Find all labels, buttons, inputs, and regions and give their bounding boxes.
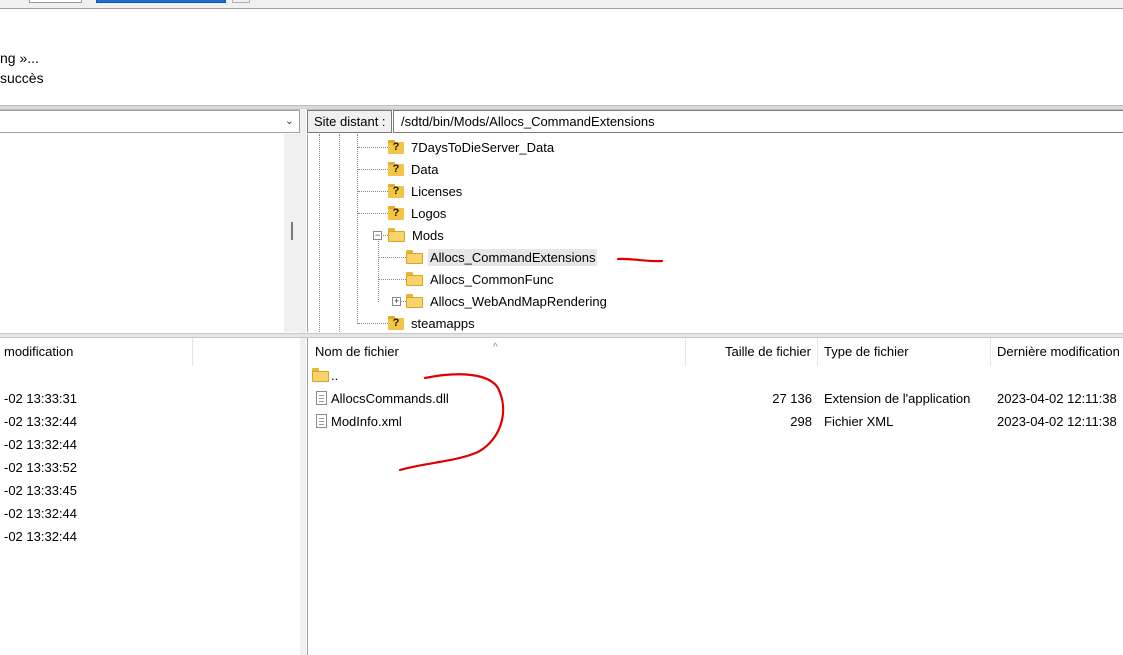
- xml-file-icon: [316, 414, 327, 428]
- table-row[interactable]: ModInfo.xml 298 Fichier XML 2023-04-02 1…: [308, 410, 1123, 433]
- tree-node-selected[interactable]: Allocs_CommandExtensions: [406, 246, 598, 268]
- tree-node[interactable]: ? Data: [388, 158, 440, 180]
- remote-path-input[interactable]: /sdtd/bin/Mods/Allocs_CommandExtensions: [393, 110, 1123, 133]
- tree-node-label: Logos: [411, 205, 447, 221]
- tree-node-label: Mods: [412, 227, 444, 243]
- tree-node-label: Data: [411, 161, 439, 177]
- tree-node-label: Allocs_CommonFunc: [430, 271, 554, 287]
- local-directory-tree[interactable]: [0, 134, 284, 332]
- table-row[interactable]: -02 13:32:44: [0, 410, 77, 433]
- tree-node-label: Allocs_CommandExtensions: [428, 248, 598, 266]
- file-modified: 2023-04-02 12:11:38: [997, 414, 1117, 429]
- expand-icon[interactable]: +: [392, 297, 401, 306]
- unknown-folder-icon: ?: [388, 184, 404, 198]
- column-header-modified[interactable]: modification: [0, 338, 193, 366]
- table-row[interactable]: -02 13:32:44: [0, 502, 77, 525]
- tree-node[interactable]: Allocs_CommonFunc: [406, 268, 556, 290]
- column-header-filesize[interactable]: Taille de fichier: [686, 338, 818, 366]
- log-line: ng »...: [0, 50, 39, 66]
- folder-icon: [406, 250, 423, 264]
- tree-node[interactable]: ? steamapps: [388, 312, 477, 332]
- tree-node[interactable]: ? Licenses: [388, 180, 464, 202]
- dll-file-icon: [316, 391, 327, 405]
- file-type: Fichier XML: [824, 414, 894, 429]
- toolbar-button[interactable]: [29, 0, 82, 3]
- remote-directory-tree[interactable]: − + ? 7DaysToDieServer_Data ? Data ? Lic…: [307, 134, 1123, 332]
- unknown-folder-icon: ?: [388, 162, 404, 176]
- folder-icon: [406, 294, 423, 308]
- collapse-icon[interactable]: −: [373, 231, 382, 240]
- chevron-down-icon[interactable]: ⌄: [285, 114, 294, 127]
- message-log: ng »... succès: [0, 9, 1123, 105]
- remote-site-label: Site distant :: [307, 110, 392, 133]
- local-tree-scrollbar[interactable]: [284, 134, 300, 332]
- column-header-filename[interactable]: Nom de fichier ^: [308, 338, 686, 366]
- tree-node-label: Allocs_WebAndMapRendering: [430, 293, 607, 309]
- table-row[interactable]: -02 13:33:45: [0, 479, 77, 502]
- table-row-parent[interactable]: ..: [308, 364, 1123, 387]
- table-row[interactable]: -02 13:33:31: [0, 387, 77, 410]
- toolbar-primary-button[interactable]: [96, 0, 226, 3]
- toolbar-small-button[interactable]: [232, 0, 250, 3]
- unknown-folder-icon: ?: [388, 206, 404, 220]
- column-header-filetype[interactable]: Type de fichier: [818, 338, 991, 366]
- column-header-empty[interactable]: [193, 338, 300, 366]
- table-row[interactable]: -02 13:32:44: [0, 525, 77, 548]
- file-modified: 2023-04-02 12:11:38: [997, 391, 1117, 406]
- remote-file-list[interactable]: Nom de fichier ^ Taille de fichier Type …: [307, 338, 1123, 655]
- column-header-modified[interactable]: Dernière modification: [991, 338, 1123, 366]
- file-size: 298: [790, 414, 812, 429]
- table-row[interactable]: -02 13:33:52: [0, 456, 77, 479]
- sort-ascending-icon: ^: [493, 342, 498, 353]
- table-row[interactable]: AllocsCommands.dll 27 136 Extension de l…: [308, 387, 1123, 410]
- tree-node[interactable]: Allocs_WebAndMapRendering: [406, 290, 609, 312]
- table-row[interactable]: -02 13:32:44: [0, 433, 77, 456]
- file-name: ModInfo.xml: [331, 414, 402, 429]
- tree-node-label: 7DaysToDieServer_Data: [411, 139, 555, 155]
- folder-icon: [388, 228, 405, 242]
- folder-icon: [312, 368, 329, 382]
- unknown-folder-icon: ?: [388, 140, 404, 154]
- vertical-splitter[interactable]: [300, 109, 306, 655]
- tree-node-label: steamapps: [411, 315, 475, 331]
- file-name: AllocsCommands.dll: [331, 391, 449, 406]
- unknown-folder-icon: ?: [388, 316, 404, 330]
- file-size: 27 136: [772, 391, 812, 406]
- file-name: ..: [331, 368, 339, 383]
- folder-icon: [406, 272, 423, 286]
- log-line: succès: [0, 70, 44, 86]
- tree-node-mods[interactable]: Mods: [388, 224, 446, 246]
- tree-node[interactable]: ? Logos: [388, 202, 448, 224]
- tree-node[interactable]: ? 7DaysToDieServer_Data: [388, 136, 556, 158]
- local-file-list[interactable]: modification -02 13:33:31 -02 13:32:44 -…: [0, 338, 300, 655]
- local-path-combobox[interactable]: ⌄: [0, 110, 300, 133]
- scrollbar-thumb[interactable]: [291, 222, 293, 240]
- file-type: Extension de l'application: [824, 391, 971, 406]
- tree-node-label: Licenses: [411, 183, 463, 199]
- column-header-label: Nom de fichier: [315, 344, 399, 359]
